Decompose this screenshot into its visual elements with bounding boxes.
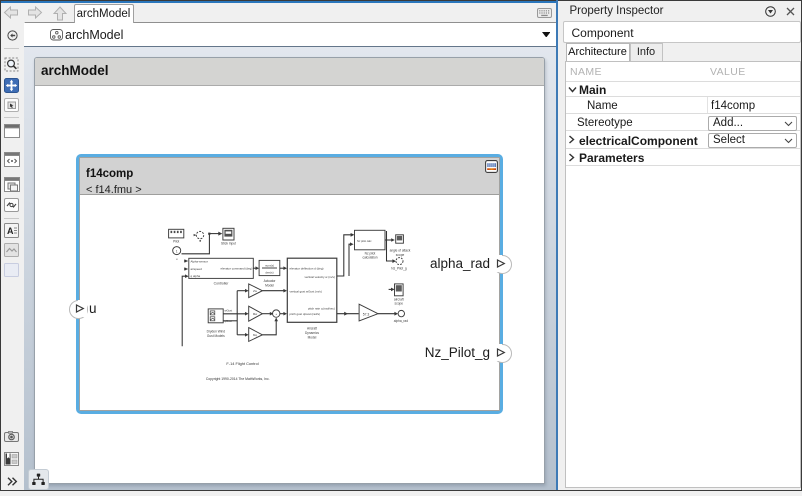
svg-text:A: A: [7, 226, 14, 236]
